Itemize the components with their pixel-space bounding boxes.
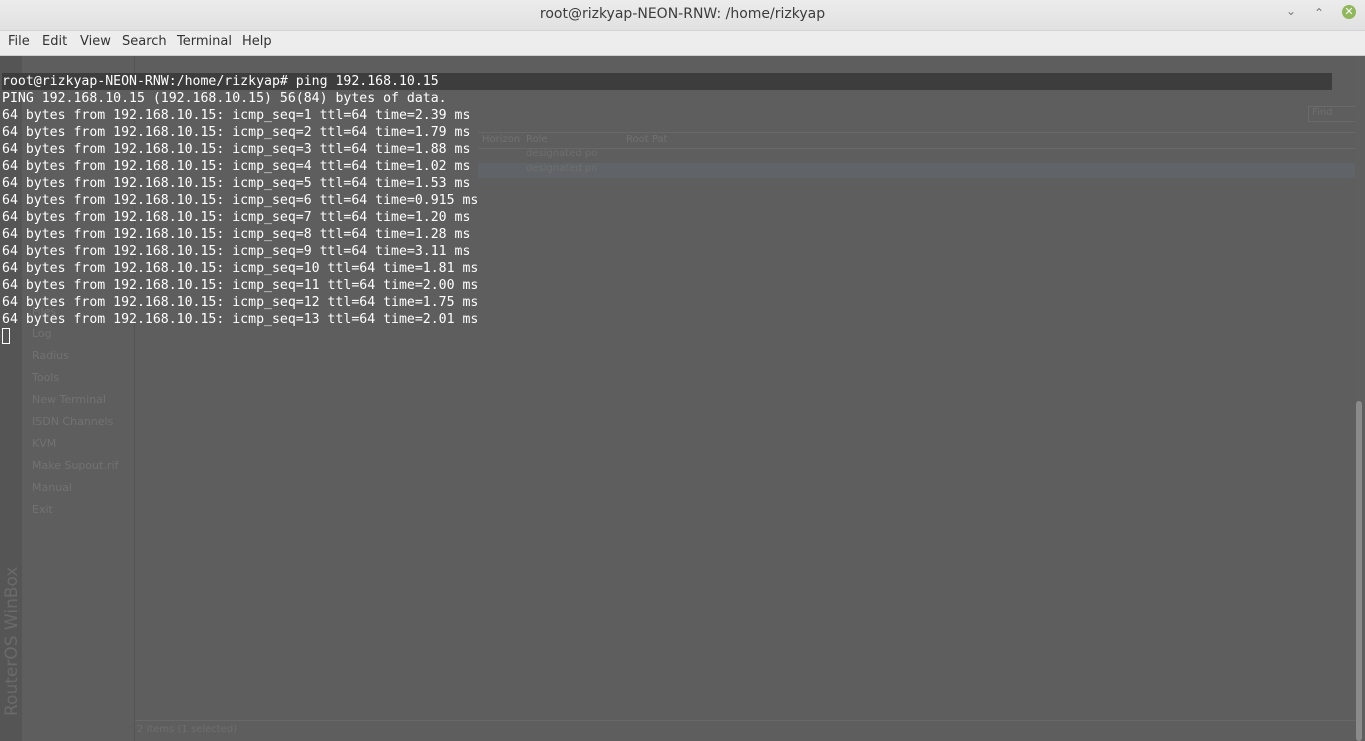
output-line: 64 bytes from 192.168.10.15: icmp_seq=12… <box>2 295 479 310</box>
output-line: 64 bytes from 192.168.10.15: icmp_seq=2 … <box>2 125 471 140</box>
bg-status-bar: 2 items (1 selected) <box>135 720 1355 741</box>
output-line: 64 bytes from 192.168.10.15: icmp_seq=10… <box>2 261 479 276</box>
output-line: 64 bytes from 192.168.10.15: icmp_seq=6 … <box>2 193 479 208</box>
output-line: 64 bytes from 192.168.10.15: icmp_seq=5 … <box>2 176 471 191</box>
close-icon[interactable]: ✕ <box>1342 5 1356 19</box>
menu-view[interactable]: View <box>80 34 111 49</box>
minimize-icon[interactable]: ⌄ <box>1286 4 1296 18</box>
output-line: 64 bytes from 192.168.10.15: icmp_seq=9 … <box>2 244 471 259</box>
output-line: 64 bytes from 192.168.10.15: icmp_seq=4 … <box>2 159 471 174</box>
menu-edit[interactable]: Edit <box>42 34 67 49</box>
menu-terminal[interactable]: Terminal <box>177 34 232 49</box>
terminal-cursor <box>2 328 10 344</box>
output-line: 64 bytes from 192.168.10.15: icmp_seq=3 … <box>2 142 471 157</box>
terminal-area[interactable]: RouterOS WinBox Files Log Radius Tools N… <box>0 56 1365 741</box>
output-line: PING 192.168.10.15 (192.168.10.15) 56(84… <box>2 91 447 106</box>
bg-menu-item: Make Supout.rif <box>32 459 119 472</box>
output-line: 64 bytes from 192.168.10.15: icmp_seq=1 … <box>2 108 471 123</box>
maximize-icon[interactable]: ⌃ <box>1314 6 1324 20</box>
bg-menu-item: Manual <box>32 481 72 494</box>
bg-menu-item: New Terminal <box>32 393 106 406</box>
terminal-output: root@rizkyap-NEON-RNW:/home/rizkyap# pin… <box>2 56 1332 379</box>
bg-menu-item: ISDN Channels <box>32 415 114 428</box>
bg-menu-item: KVM <box>32 437 57 450</box>
command-line: root@rizkyap-NEON-RNW:/home/rizkyap# pin… <box>2 73 1332 90</box>
window-titlebar[interactable]: root@rizkyap-NEON-RNW: /home/rizkyap ⌄ ⌃… <box>0 0 1365 31</box>
output-line: 64 bytes from 192.168.10.15: icmp_seq=13… <box>2 312 479 327</box>
bg-menu-item: Exit <box>32 503 53 516</box>
output-line: 64 bytes from 192.168.10.15: icmp_seq=7 … <box>2 210 471 225</box>
output-line: 64 bytes from 192.168.10.15: icmp_seq=8 … <box>2 227 471 242</box>
menu-search[interactable]: Search <box>122 34 167 49</box>
menu-help[interactable]: Help <box>242 34 272 49</box>
menu-file[interactable]: File <box>8 34 30 49</box>
window-title: root@rizkyap-NEON-RNW: /home/rizkyap <box>539 6 826 22</box>
scrollbar-thumb[interactable] <box>1356 401 1362 741</box>
bg-winbox-brand: RouterOS WinBox <box>2 566 22 716</box>
output-line: 64 bytes from 192.168.10.15: icmp_seq=11… <box>2 278 479 293</box>
menu-bar: File Edit View Search Terminal Help <box>0 31 1365 56</box>
bg-status-text: 2 items (1 selected) <box>137 724 238 735</box>
